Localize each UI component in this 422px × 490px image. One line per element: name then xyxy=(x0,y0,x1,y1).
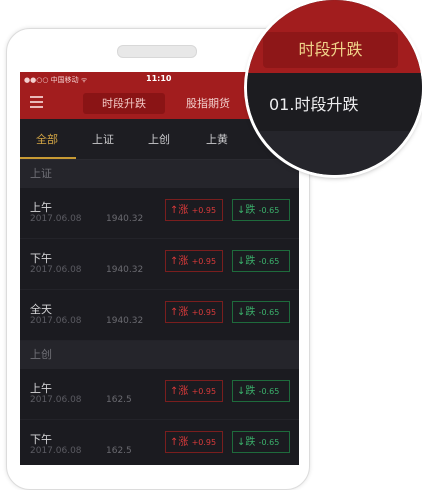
rise-button[interactable]: ↑涨 +0.95 xyxy=(165,431,223,453)
date-label: 2017.06.08 xyxy=(30,316,82,326)
section-header: 上创 xyxy=(20,341,299,369)
fall-label: ↓跌 xyxy=(237,256,256,267)
rise-label: ↑涨 xyxy=(170,386,189,397)
zoom-menu-item-label: 01.时段升跌 xyxy=(269,95,359,114)
rise-label: ↑涨 xyxy=(170,205,189,216)
fall-button[interactable]: ↓跌 -0.65 xyxy=(232,199,290,221)
tab-time-rise-fall[interactable]: 时段升跌 xyxy=(83,93,165,114)
fall-button[interactable]: ↓跌 -0.65 xyxy=(232,431,290,453)
index-value: 1940.32 xyxy=(106,214,144,224)
rise-amount: +0.95 xyxy=(191,387,217,396)
phone-speaker xyxy=(117,45,197,58)
rise-amount: +0.95 xyxy=(191,308,217,317)
period-label: 下午 xyxy=(30,252,52,265)
carrier-label: ●●○○ 中国移动 ᯤ xyxy=(24,76,88,84)
market-tab-all[interactable]: 全部 xyxy=(36,131,58,147)
fall-amount: -0.65 xyxy=(258,438,280,447)
list-item[interactable]: 上午 2017.06.08 1940.32 ↑涨 +0.95 ↓跌 -0.65 xyxy=(20,188,299,239)
period-label: 上午 xyxy=(30,382,52,395)
list-item[interactable]: 全天 2017.06.08 1940.32 ↑涨 +0.95 ↓跌 -0.65 xyxy=(20,290,299,341)
fall-button[interactable]: ↓跌 -0.65 xyxy=(232,380,290,402)
period-label: 上午 xyxy=(30,201,52,214)
index-value: 1940.32 xyxy=(106,316,144,326)
date-label: 2017.06.08 xyxy=(30,446,82,456)
fall-amount: -0.65 xyxy=(258,206,280,215)
rise-amount: +0.95 xyxy=(191,438,217,447)
fall-label: ↓跌 xyxy=(237,307,256,318)
rise-amount: +0.95 xyxy=(191,206,217,215)
tab-index-futures[interactable]: 股指期货 xyxy=(168,93,248,114)
index-value: 162.5 xyxy=(106,395,132,405)
zoom-callout: 时段升跌 01.时段升跌 xyxy=(247,0,422,175)
date-label: 2017.06.08 xyxy=(30,265,82,275)
active-tab-indicator xyxy=(20,157,76,159)
fall-button[interactable]: ↓跌 -0.65 xyxy=(232,250,290,272)
fall-amount: -0.65 xyxy=(258,387,280,396)
list-item[interactable]: 下午 2017.06.08 162.5 ↑涨 +0.95 ↓跌 -0.65 xyxy=(20,420,299,465)
fall-button[interactable]: ↓跌 -0.65 xyxy=(232,301,290,323)
market-tab-shanghai[interactable]: 上证 xyxy=(92,131,114,147)
market-tab-startup[interactable]: 上创 xyxy=(148,131,170,147)
rise-label: ↑涨 xyxy=(170,437,189,448)
fall-label: ↓跌 xyxy=(237,386,256,397)
rise-label: ↑涨 xyxy=(170,256,189,267)
index-value: 1940.32 xyxy=(106,265,144,275)
zoom-menu-item[interactable]: 01.时段升跌 xyxy=(247,73,422,131)
zoom-tab-time-rise-fall[interactable]: 时段升跌 xyxy=(263,32,398,68)
list-item[interactable]: 下午 2017.06.08 1940.32 ↑涨 +0.95 ↓跌 -0.65 xyxy=(20,239,299,290)
rise-button[interactable]: ↑涨 +0.95 xyxy=(165,301,223,323)
zoom-bottom xyxy=(247,131,422,175)
rise-button[interactable]: ↑涨 +0.95 xyxy=(165,250,223,272)
fall-label: ↓跌 xyxy=(237,437,256,448)
rise-button[interactable]: ↑涨 +0.95 xyxy=(165,380,223,402)
fall-label: ↓跌 xyxy=(237,205,256,216)
rise-label: ↑涨 xyxy=(170,307,189,318)
list-item[interactable]: 上午 2017.06.08 162.5 ↑涨 +0.95 ↓跌 -0.65 xyxy=(20,369,299,420)
menu-icon[interactable] xyxy=(30,96,43,108)
index-value: 162.5 xyxy=(106,446,132,456)
status-time: 11:10 xyxy=(146,74,172,83)
fall-amount: -0.65 xyxy=(258,257,280,266)
period-label: 全天 xyxy=(30,303,52,316)
period-label: 下午 xyxy=(30,433,52,446)
date-label: 2017.06.08 xyxy=(30,214,82,224)
market-tab-gold[interactable]: 上黄 xyxy=(206,131,228,147)
fall-amount: -0.65 xyxy=(258,308,280,317)
rise-button[interactable]: ↑涨 +0.95 xyxy=(165,199,223,221)
rise-amount: +0.95 xyxy=(191,257,217,266)
date-label: 2017.06.08 xyxy=(30,395,82,405)
